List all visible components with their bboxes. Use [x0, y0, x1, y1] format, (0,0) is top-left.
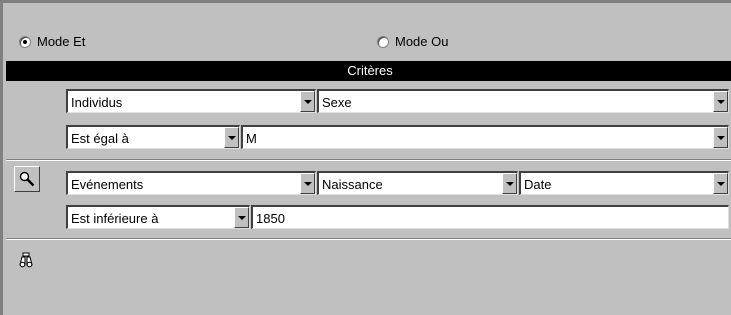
entity-select-value: Individus [71, 95, 123, 110]
value-select-value: M [246, 131, 257, 146]
value-input-text: 1850 [256, 211, 285, 226]
criterion-block: Individus Sexe Est égal à M [6, 85, 731, 161]
chevron-down-icon[interactable] [713, 91, 728, 112]
mode-and-label: Mode Et [37, 34, 86, 49]
search-icon[interactable] [14, 166, 40, 192]
radio-checked-icon [19, 35, 31, 48]
field-select-value: Date [524, 177, 552, 192]
chevron-down-icon[interactable] [224, 127, 239, 148]
field-select[interactable]: Sexe [317, 89, 729, 113]
binoculars-icon[interactable] [17, 251, 35, 269]
value-select[interactable]: M [241, 125, 729, 149]
field-select-value: Sexe [322, 95, 352, 110]
chevron-down-icon[interactable] [300, 91, 315, 112]
entity-select[interactable]: Evénements [66, 171, 316, 195]
operator-select-value: Est égal à [71, 131, 129, 146]
mode-or-label: Mode Ou [395, 34, 449, 49]
chevron-down-icon[interactable] [713, 173, 728, 194]
event-select[interactable]: Naissance [317, 171, 518, 195]
event-select-value: Naissance [322, 177, 383, 192]
criteria-panel: Mode Et Mode Ou Critères Individus Sexe … [0, 0, 731, 315]
entity-select[interactable]: Individus [66, 89, 316, 113]
radio-unchecked-icon [377, 35, 389, 48]
chevron-down-icon[interactable] [234, 207, 249, 228]
chevron-down-icon[interactable] [713, 127, 728, 148]
operator-select[interactable]: Est inférieure à [66, 205, 250, 229]
criteria-header: Critères [6, 61, 731, 81]
mode-or-radio[interactable]: Mode Ou [377, 34, 448, 49]
mode-and-radio[interactable]: Mode Et [19, 34, 85, 49]
entity-select-value: Evénements [71, 177, 144, 192]
value-input[interactable]: 1850 [251, 205, 729, 229]
mode-selector: Mode Et Mode Ou [9, 28, 729, 58]
criterion-block: Evénements Naissance Date Est inférieure… [6, 162, 731, 240]
field-select[interactable]: Date [519, 171, 729, 195]
chevron-down-icon[interactable] [502, 173, 517, 194]
operator-select-value: Est inférieure à [71, 211, 159, 226]
operator-select[interactable]: Est égal à [66, 125, 240, 149]
chevron-down-icon[interactable] [300, 173, 315, 194]
